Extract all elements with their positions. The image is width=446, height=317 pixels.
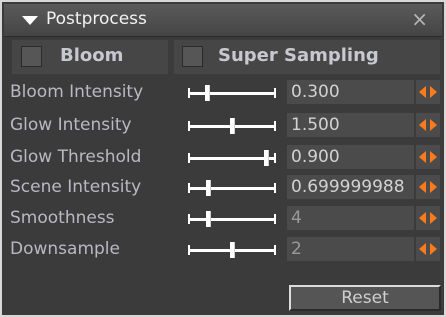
- slider-endcap: [188, 214, 190, 224]
- slider-thumb[interactable]: [264, 150, 268, 166]
- slider-endcap: [274, 88, 276, 98]
- bloom-intensity-label: Bloom Intensity: [10, 82, 144, 102]
- downsample-slider[interactable]: [188, 241, 276, 259]
- spinner-arrows-icon[interactable]: [416, 113, 440, 137]
- smoothness-label: Smoothness: [10, 208, 115, 228]
- spinner-arrows-icon[interactable]: [416, 206, 440, 230]
- reset-button[interactable]: Reset: [289, 285, 441, 311]
- supersampling-label: Super Sampling: [218, 45, 379, 66]
- panel-title: Postprocess: [46, 9, 147, 29]
- downsample-value-field[interactable]: 2: [287, 237, 414, 261]
- glow-intensity-label: Glow Intensity: [10, 115, 132, 135]
- slider-endcap: [188, 245, 190, 255]
- spinner-arrows-icon[interactable]: [416, 237, 440, 261]
- supersampling-checkbox[interactable]: [182, 46, 203, 67]
- slider-thumb[interactable]: [206, 211, 210, 227]
- slider-endcap: [188, 121, 190, 131]
- slider-endcap: [274, 245, 276, 255]
- bloom-intensity-value-field[interactable]: 0.300: [287, 80, 414, 104]
- glow-threshold-label: Glow Threshold: [10, 147, 142, 167]
- close-icon[interactable]: ×: [411, 7, 428, 31]
- slider-track: [188, 157, 276, 160]
- collapse-arrow-icon[interactable]: [22, 16, 38, 25]
- glow-intensity-slider[interactable]: [188, 117, 276, 135]
- spinner-arrows-icon[interactable]: [416, 175, 440, 199]
- glow-threshold-slider[interactable]: [188, 149, 276, 167]
- postprocess-panel: Postprocess × Bloom Super Sampling Bloom…: [0, 0, 446, 317]
- bloom-label: Bloom: [60, 45, 124, 66]
- slider-track: [188, 187, 276, 190]
- slider-thumb[interactable]: [230, 242, 234, 258]
- downsample-label: Downsample: [10, 239, 120, 259]
- slider-endcap: [274, 183, 276, 193]
- slider-endcap: [274, 153, 276, 163]
- glow-threshold-value-field[interactable]: 0.900: [287, 145, 414, 169]
- scene-intensity-slider[interactable]: [188, 179, 276, 197]
- smoothness-value-field[interactable]: 4: [287, 206, 414, 230]
- slider-thumb[interactable]: [230, 118, 234, 134]
- glow-intensity-value-field[interactable]: 1.500: [287, 113, 414, 137]
- slider-track: [188, 92, 276, 95]
- scene-intensity-value-field[interactable]: 0.699999988: [287, 175, 414, 199]
- spinner-arrows-icon[interactable]: [416, 80, 440, 104]
- slider-endcap: [274, 214, 276, 224]
- scene-intensity-label: Scene Intensity: [10, 177, 142, 197]
- spinner-arrows-icon[interactable]: [416, 145, 440, 169]
- bloom-checkbox[interactable]: [21, 46, 42, 67]
- slider-thumb[interactable]: [205, 85, 209, 101]
- slider-endcap: [188, 183, 190, 193]
- bloom-intensity-slider[interactable]: [188, 84, 276, 102]
- slider-endcap: [274, 121, 276, 131]
- slider-track: [188, 218, 276, 221]
- panel-titlebar[interactable]: Postprocess ×: [4, 4, 442, 37]
- smoothness-slider[interactable]: [188, 210, 276, 228]
- slider-thumb[interactable]: [206, 180, 210, 196]
- slider-endcap: [188, 88, 190, 98]
- slider-endcap: [188, 153, 190, 163]
